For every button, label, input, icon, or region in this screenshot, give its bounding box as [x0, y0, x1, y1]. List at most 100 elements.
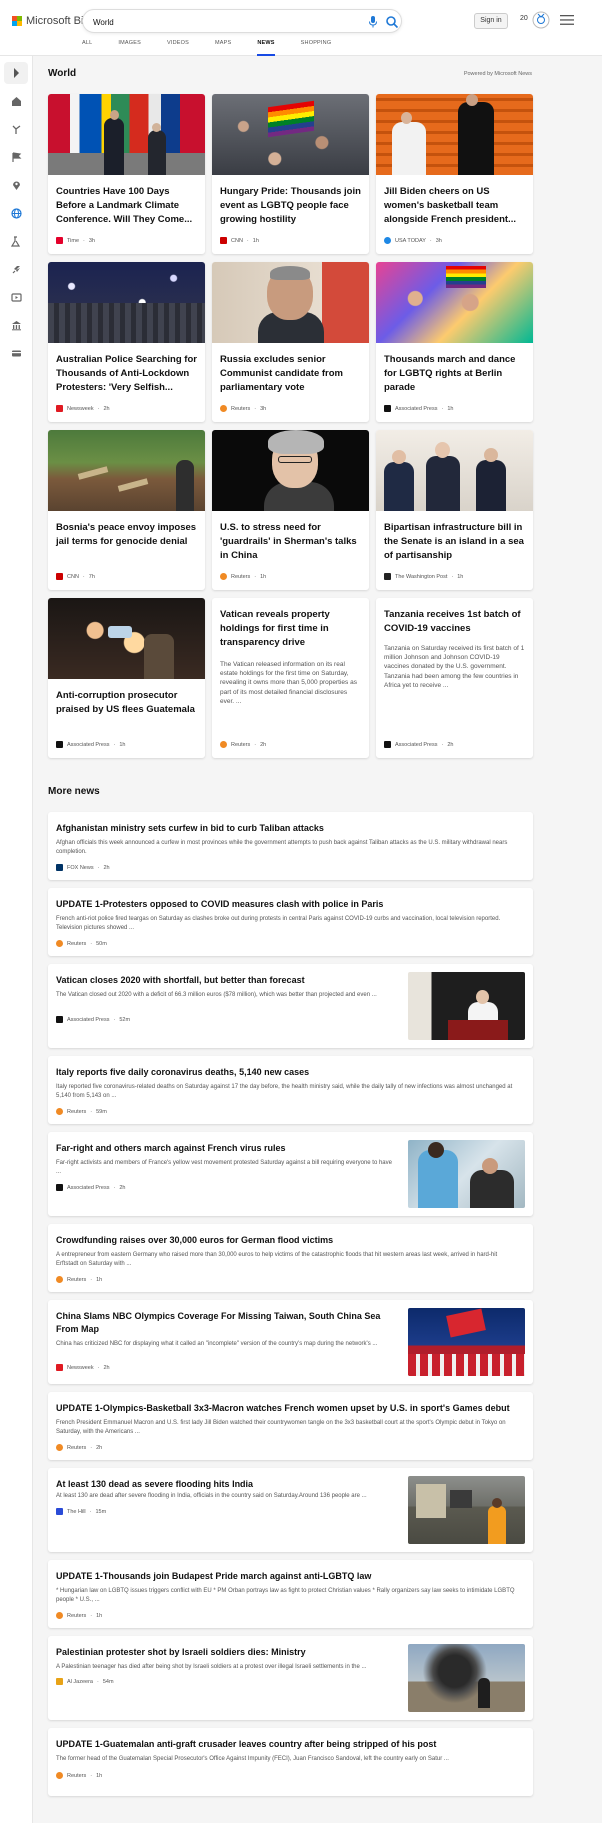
bank-icon[interactable] [11, 320, 22, 331]
news-card[interactable]: Bipartisan infrastructure bill in the Se… [376, 430, 533, 590]
card-title[interactable]: Russia excludes senior Communist candida… [220, 353, 362, 395]
news-card[interactable]: U.S. to stress need for 'guardrails' in … [212, 430, 369, 590]
news-card[interactable]: Anti-corruption prosecutor praised by US… [48, 598, 205, 758]
card-title[interactable]: Anti-corruption prosecutor praised by US… [56, 689, 198, 717]
news-item-title[interactable]: Afghanistan ministry sets curfew in bid … [56, 822, 516, 835]
card-source[interactable]: Time · 3h [56, 237, 95, 244]
card-title[interactable]: Hungary Pride: Thousands join event as L… [220, 185, 362, 227]
news-list-item[interactable]: UPDATE 1-Protesters opposed to COVID mea… [48, 888, 533, 956]
news-item-title[interactable]: UPDATE 1-Olympics-Basketball 3x3-Macron … [56, 1402, 526, 1415]
news-list-item[interactable]: UPDATE 1-Thousands join Budapest Pride m… [48, 1560, 533, 1628]
news-item-source[interactable]: Reuters · 2h [56, 1444, 102, 1451]
news-card[interactable]: Tanzania receives 1st batch of COVID-19 … [376, 598, 533, 758]
tab-videos[interactable]: VIDEOS [167, 40, 189, 56]
tab-all[interactable]: ALL [82, 40, 92, 56]
news-list-item[interactable]: Crowdfunding raises over 30,000 euros fo… [48, 1224, 533, 1292]
news-item-title[interactable]: Far-right and others march against Frenc… [56, 1142, 396, 1155]
news-item-source[interactable]: Reuters · 1h [56, 1276, 102, 1283]
the-hill-logo-icon [56, 1508, 63, 1515]
news-list-item[interactable]: Italy reports five daily coronavirus dea… [48, 1056, 533, 1124]
card-title[interactable]: Bipartisan infrastructure bill in the Se… [384, 521, 526, 563]
search-icon[interactable] [385, 15, 399, 29]
news-item-source[interactable]: Newsweek · 2h [56, 1364, 110, 1371]
news-card[interactable]: Countries Have 100 Days Before a Landmar… [48, 94, 205, 254]
card-source[interactable]: The Washington Post · 1h [384, 573, 463, 580]
card-title[interactable]: Tanzania receives 1st batch of COVID-19 … [384, 608, 526, 636]
home-icon[interactable] [11, 96, 22, 107]
news-item-title[interactable]: China Slams NBC Olympics Coverage For Mi… [56, 1310, 386, 1336]
microphone-icon[interactable] [367, 15, 379, 29]
hamburger-menu-icon[interactable] [560, 14, 574, 26]
news-item-source[interactable]: Reuters · 50m [56, 940, 107, 947]
news-item-snippet: A entrepreneur from eastern Germany who … [56, 1252, 498, 1267]
news-item-source[interactable]: Reuters · 59m [56, 1108, 107, 1115]
rocket-icon[interactable] [11, 264, 22, 275]
news-list-item[interactable]: UPDATE 1-Olympics-Basketball 3x3-Macron … [48, 1392, 533, 1460]
search-input[interactable] [93, 14, 363, 30]
news-item-title[interactable]: UPDATE 1-Guatemalan anti-graft crusader … [56, 1738, 526, 1751]
tab-maps[interactable]: MAPS [215, 40, 231, 56]
world-icon[interactable] [11, 208, 22, 219]
news-item-title[interactable]: At least 130 dead as severe flooding hit… [56, 1478, 396, 1491]
news-item-source[interactable]: Reuters · 1h [56, 1612, 102, 1619]
news-item-source[interactable]: FOX News · 2h [56, 864, 110, 871]
news-list-item[interactable]: At least 130 dead as severe flooding hit… [48, 1468, 533, 1552]
card-source[interactable]: Newsweek · 2h [56, 405, 110, 412]
news-item-source[interactable]: Reuters · 1h [56, 1772, 102, 1779]
card-source[interactable]: Reuters · 1h [220, 573, 266, 580]
news-list-item[interactable]: UPDATE 1-Guatemalan anti-graft crusader … [48, 1728, 533, 1796]
card-source[interactable]: CNN · 1h [220, 237, 259, 244]
tab-shopping[interactable]: SHOPPING [301, 40, 332, 56]
news-item-title[interactable]: Palestinian protester shot by Israeli so… [56, 1646, 396, 1659]
card-source[interactable]: Associated Press · 1h [56, 741, 125, 748]
news-thumbnail-flooding [408, 1476, 525, 1544]
news-item-title[interactable]: Vatican closes 2020 with shortfall, but … [56, 974, 396, 987]
news-list-item[interactable]: Palestinian protester shot by Israeli so… [48, 1636, 533, 1720]
card-icon[interactable] [11, 348, 22, 359]
card-source[interactable]: CNN · 7h [56, 573, 95, 580]
card-title[interactable]: Thousands march and dance for LGBTQ righ… [384, 353, 526, 395]
video-icon[interactable] [11, 292, 22, 303]
sign-in-button[interactable]: Sign in [474, 13, 508, 29]
news-card[interactable]: Thousands march and dance for LGBTQ righ… [376, 262, 533, 422]
news-card[interactable]: Hungary Pride: Thousands join event as L… [212, 94, 369, 254]
card-title[interactable]: Vatican reveals property holdings for fi… [220, 608, 362, 650]
news-item-title[interactable]: Italy reports five daily coronavirus dea… [56, 1066, 516, 1079]
card-source[interactable]: USA TODAY · 3h [384, 237, 442, 244]
flag-icon[interactable] [11, 152, 22, 163]
card-source[interactable]: Associated Press · 2h [384, 741, 453, 748]
tab-images[interactable]: IMAGES [118, 40, 141, 56]
news-card[interactable]: Vatican reveals property holdings for fi… [212, 598, 369, 758]
news-list-item[interactable]: China Slams NBC Olympics Coverage For Mi… [48, 1300, 533, 1384]
news-card[interactable]: Bosnia's peace envoy imposes jail terms … [48, 430, 205, 590]
news-card[interactable]: Jill Biden cheers on US women's basketba… [376, 94, 533, 254]
science-icon[interactable] [11, 236, 22, 247]
card-title[interactable]: Jill Biden cheers on US women's basketba… [384, 185, 526, 227]
news-item-source[interactable]: The Hill · 15m [56, 1508, 106, 1515]
news-card[interactable]: Australian Police Searching for Thousand… [48, 262, 205, 422]
tab-news[interactable]: NEWS [257, 40, 275, 56]
card-title[interactable]: U.S. to stress need for 'guardrails' in … [220, 521, 362, 563]
card-source[interactable]: Reuters · 2h [220, 741, 266, 748]
news-item-title[interactable]: UPDATE 1-Protesters opposed to COVID mea… [56, 898, 516, 911]
news-item-title[interactable]: UPDATE 1-Thousands join Budapest Pride m… [56, 1570, 516, 1583]
card-title[interactable]: Bosnia's peace envoy imposes jail terms … [56, 521, 198, 549]
rewards-medal-icon[interactable] [532, 11, 550, 29]
news-item-source[interactable]: Associated Press · 2h [56, 1184, 125, 1191]
news-list-item[interactable]: Vatican closes 2020 with shortfall, but … [48, 964, 533, 1048]
powered-by-label[interactable]: Powered by Microsoft News [400, 71, 532, 77]
card-title[interactable]: Countries Have 100 Days Before a Landmar… [56, 185, 198, 227]
news-list-item[interactable]: Far-right and others march against Frenc… [48, 1132, 533, 1216]
card-source[interactable]: Reuters · 3h [220, 405, 266, 412]
map-pin-icon[interactable] [11, 180, 22, 191]
sidebar-expand-button[interactable] [4, 62, 28, 84]
news-item-source[interactable]: Associated Press · 52m [56, 1016, 130, 1023]
card-source[interactable]: Associated Press · 1h [384, 405, 453, 412]
news-list-item[interactable]: Afghanistan ministry sets curfew in bid … [48, 812, 533, 880]
rewards-count[interactable]: 20 [520, 15, 528, 22]
news-card[interactable]: Russia excludes senior Communist candida… [212, 262, 369, 422]
card-title[interactable]: Australian Police Searching for Thousand… [56, 353, 198, 395]
news-item-title[interactable]: Crowdfunding raises over 30,000 euros fo… [56, 1234, 516, 1247]
discover-icon[interactable] [11, 124, 22, 135]
news-item-source[interactable]: Al Jazeera · 54m [56, 1678, 114, 1685]
